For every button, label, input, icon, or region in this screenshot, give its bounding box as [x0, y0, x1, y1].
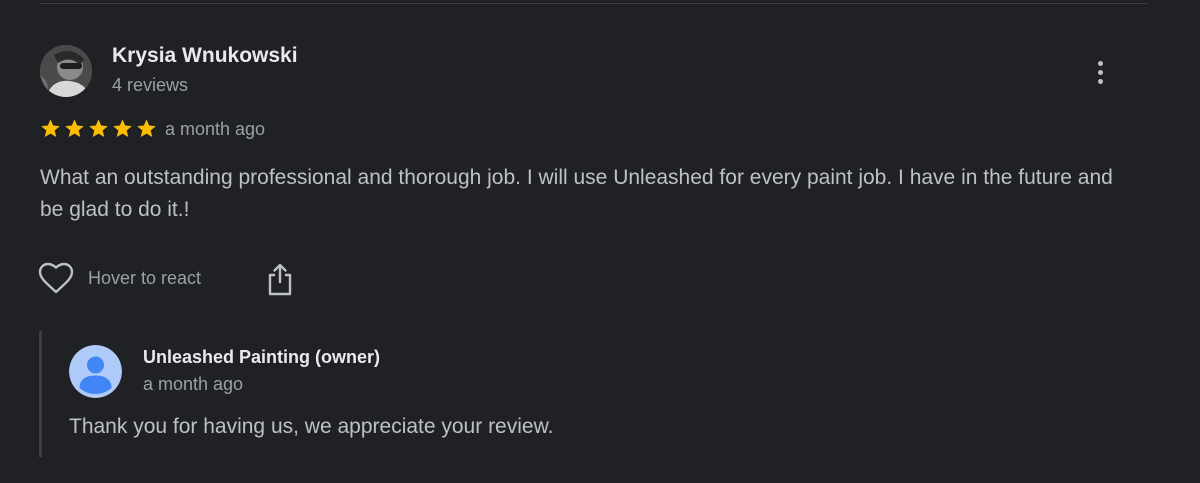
star-icon [41, 119, 60, 138]
owner-reply: Unleashed Painting (owner) a month ago T… [39, 331, 1142, 457]
react-label: Hover to react [88, 268, 202, 288]
reviewer-review-count[interactable]: 4 reviews [112, 75, 188, 96]
reviewer-avatar[interactable] [40, 45, 92, 97]
owner-name: Unleashed Painting (owner) [143, 347, 381, 367]
review-time: a month ago [165, 119, 266, 139]
person-icon [69, 345, 122, 398]
more-options-button[interactable] [1086, 54, 1114, 90]
heart-outline-icon [38, 262, 74, 294]
share-icon[interactable] [266, 262, 294, 296]
star-icon [89, 119, 108, 138]
react-button[interactable]: Hover to react [38, 262, 201, 295]
owner-avatar[interactable] [69, 345, 122, 398]
star-icon [65, 119, 84, 138]
owner-reply-text: Thank you for having us, we appreciate y… [69, 415, 554, 438]
more-vert-icon [1097, 60, 1103, 66]
review-card: Krysia Wnukowski 4 reviews a month ago W… [0, 0, 1200, 483]
review-text: What an outstanding professional and tho… [40, 166, 1113, 221]
divider [40, 3, 1147, 4]
star-icon [137, 119, 156, 138]
star-rating [39, 117, 158, 140]
star-icon [113, 119, 132, 138]
reviewer-name[interactable]: Krysia Wnukowski [112, 44, 298, 68]
owner-reply-time: a month ago [143, 374, 244, 394]
